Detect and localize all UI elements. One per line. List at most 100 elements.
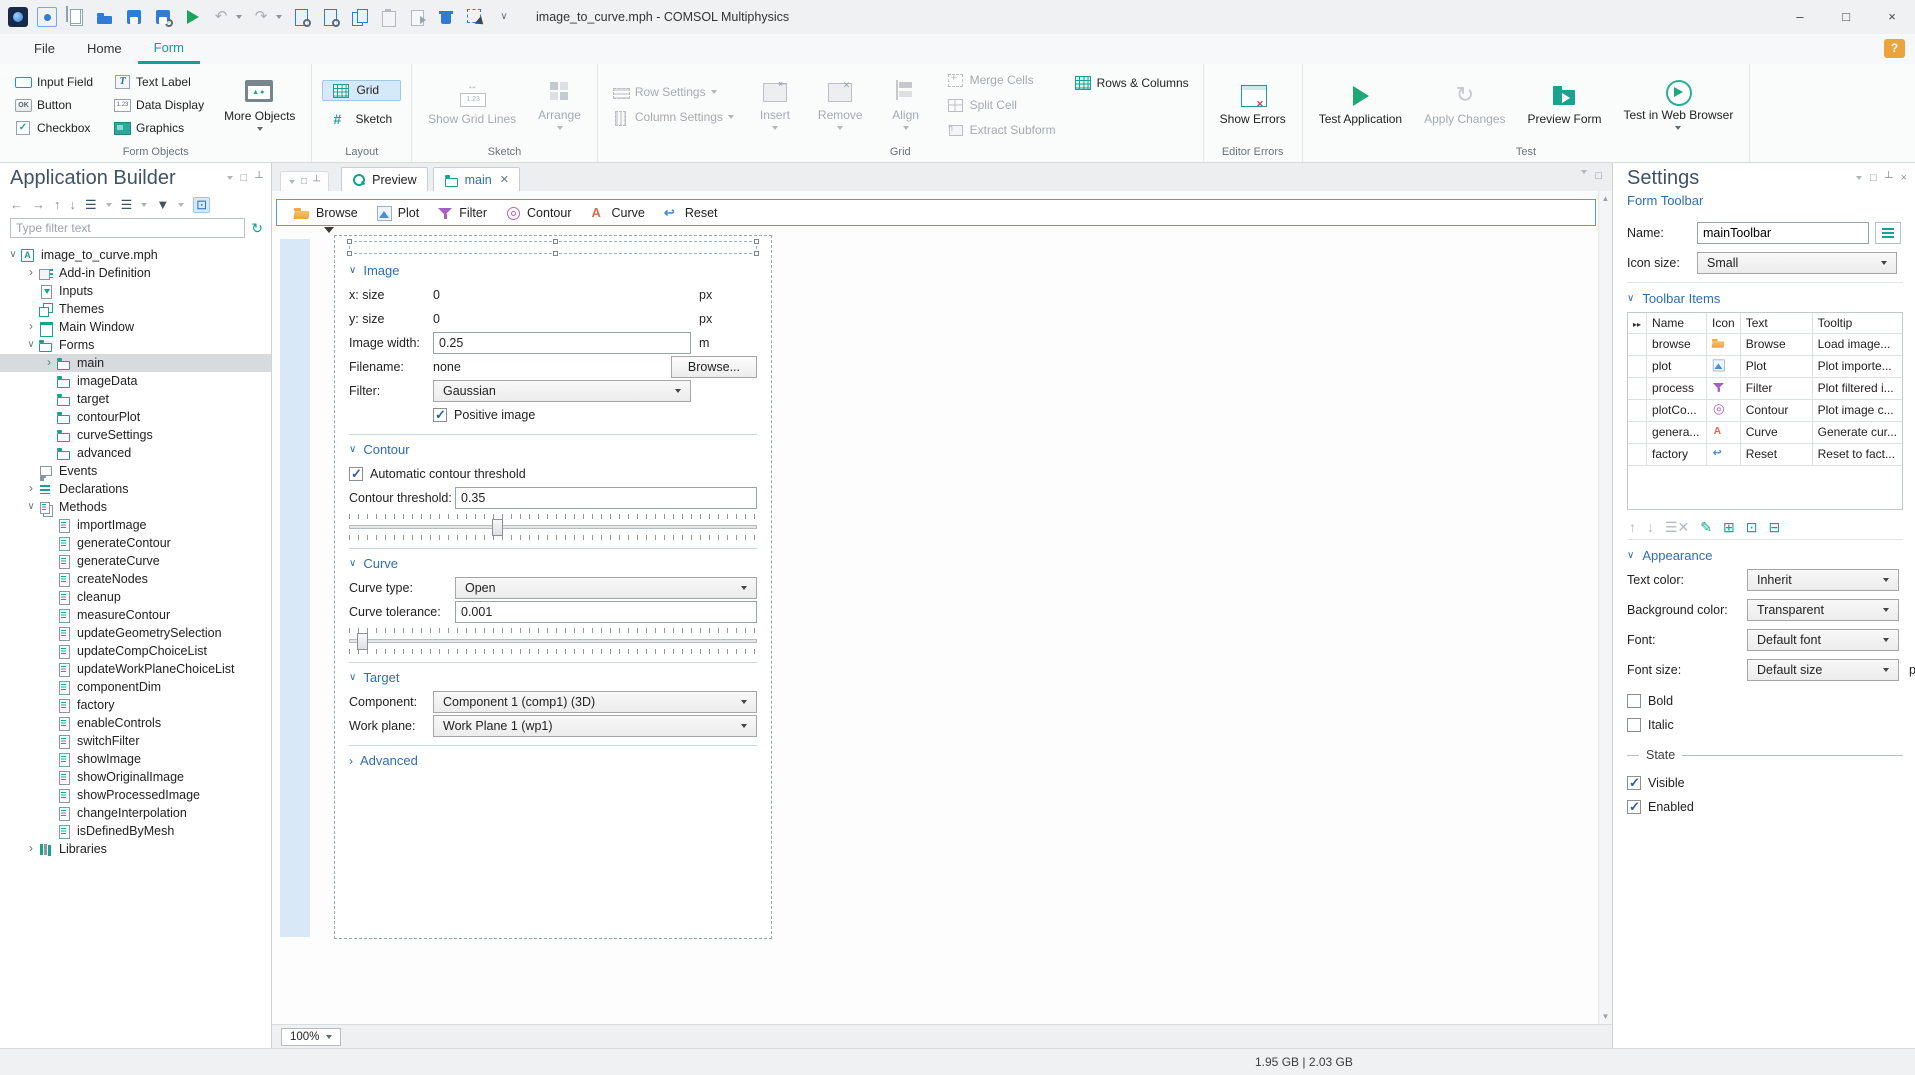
editor-group-menu-caret[interactable] <box>1581 170 1588 174</box>
save-icon[interactable] <box>124 7 144 27</box>
section-header-image[interactable]: ∨ Image <box>349 256 757 283</box>
positive-image-checkbox[interactable] <box>433 406 447 423</box>
toolbar-item-row[interactable]: factory Reset Reset to fact... <box>1628 443 1902 466</box>
filter-icon[interactable]: ▼ <box>156 198 169 212</box>
item-name-cell[interactable]: plot <box>1646 355 1708 378</box>
help-button[interactable]: ? <box>1884 39 1905 58</box>
section-header-target[interactable]: ∨ Target <box>349 662 757 690</box>
filter-caret[interactable] <box>178 203 185 207</box>
tree-item[interactable]: generateCurve <box>0 552 271 570</box>
toolbar-item-row[interactable]: browse Browse Load image... <box>1628 333 1902 356</box>
arrange-button[interactable]: Arrange <box>532 77 587 131</box>
item-tooltip-cell[interactable]: Reset to fact... <box>1812 443 1902 466</box>
show-settings-toggle-icon[interactable]: ⊡ <box>193 197 211 213</box>
new-file-icon[interactable] <box>66 7 86 27</box>
tree-item[interactable]: Events <box>0 462 271 480</box>
nav-back-icon[interactable]: ← <box>10 198 23 212</box>
expand-all-caret[interactable] <box>105 203 112 207</box>
tree-item[interactable]: Themes <box>0 300 271 318</box>
undo-icon[interactable] <box>211 7 231 27</box>
tree-item[interactable]: generateContour <box>0 534 271 552</box>
tree-item[interactable]: showProcessedImage <box>0 786 271 804</box>
icon-size-select[interactable]: Small <box>1697 252 1897 274</box>
tab-file[interactable]: File <box>18 34 71 64</box>
customize-toolbar-caret[interactable] <box>494 7 514 27</box>
extract-subform-button[interactable]: Extract Subform <box>943 121 1060 138</box>
form-object-button[interactable]: Text Label <box>109 73 208 90</box>
merge-cells-button[interactable]: Merge Cells <box>943 71 1060 88</box>
column-settings-button[interactable]: Column Settings <box>608 109 738 126</box>
browse-file-button[interactable]: Browse... <box>670 356 757 378</box>
toolbar-button[interactable]: Plot <box>367 200 429 225</box>
item-tooltip-cell[interactable]: Plot filtered i... <box>1812 377 1902 400</box>
editor-group-float-icon[interactable]: □ <box>1595 170 1602 182</box>
tree-expander-icon[interactable] <box>24 498 38 516</box>
editor-pin-icon[interactable]: ┴ <box>313 176 320 187</box>
item-name-cell[interactable]: browse <box>1646 333 1708 356</box>
item-text-cell[interactable]: Plot <box>1740 355 1813 378</box>
panel-menu-caret-icon[interactable] <box>226 176 233 180</box>
tree-item[interactable]: main <box>0 354 271 372</box>
preview-document-icon[interactable] <box>291 7 311 27</box>
vertical-scrollbar[interactable]: ▲ ▼ <box>1598 191 1612 1024</box>
item-text-cell[interactable]: Contour <box>1740 399 1813 422</box>
expand-all-icon[interactable]: ☰ <box>85 198 97 212</box>
background-color-select[interactable]: Transparent <box>1747 599 1899 621</box>
save-as-icon[interactable] <box>153 7 173 27</box>
go-to-node-button[interactable] <box>1875 222 1901 244</box>
close-button[interactable]: × <box>1869 0 1915 34</box>
tree-item[interactable]: updateGeometrySelection <box>0 624 271 642</box>
scroll-down-icon[interactable]: ▼ <box>1599 1010 1612 1023</box>
align-button[interactable]: Align <box>879 77 933 131</box>
item-name-cell[interactable]: factory <box>1646 443 1708 466</box>
collapse-all-icon[interactable]: ☰ <box>121 198 133 212</box>
section-header-advanced[interactable]: › Advanced <box>349 745 757 773</box>
tab-main[interactable]: main ✕ <box>432 167 520 191</box>
item-tooltip-cell[interactable]: Plot image c... <box>1812 399 1902 422</box>
run-application-icon[interactable] <box>182 7 202 27</box>
tree-item[interactable]: showOriginalImage <box>0 768 271 786</box>
remove-button[interactable]: Remove <box>812 77 869 131</box>
filter-select[interactable]: Gaussian <box>433 380 691 402</box>
curve-tolerance-input[interactable] <box>455 601 757 623</box>
form-object-button[interactable]: Graphics <box>109 119 208 136</box>
item-name-cell[interactable]: plotCo... <box>1646 399 1708 422</box>
redo-dropdown-caret[interactable] <box>276 15 282 19</box>
enabled-checkbox[interactable] <box>1627 798 1641 815</box>
toolbar-button[interactable]: Filter <box>428 200 496 225</box>
item-tooltip-cell[interactable]: Load image... <box>1812 333 1902 356</box>
section-header-contour[interactable]: ∨ Contour <box>349 434 757 462</box>
select-objects-icon[interactable] <box>465 7 485 27</box>
move-item-up-icon[interactable]: ↑ <box>1629 519 1636 535</box>
scroll-up-icon[interactable]: ▲ <box>1599 192 1612 205</box>
tree-item[interactable]: isDefinedByMesh <box>0 822 271 840</box>
contour-threshold-slider[interactable] <box>349 513 757 541</box>
tab-home[interactable]: Home <box>71 34 138 64</box>
editor-menu-caret-icon[interactable] <box>289 179 295 184</box>
item-name-cell[interactable]: genera... <box>1646 421 1708 444</box>
toolbar-items-table[interactable]: ▸▸ Name Icon Text Tooltip browse Browse … <box>1627 312 1903 510</box>
tree-expander-icon[interactable] <box>24 317 38 337</box>
tree-expander-icon[interactable] <box>42 353 56 373</box>
toolbar-item-row[interactable]: plotCo... Contour Plot image c... <box>1628 399 1902 422</box>
panel-pin-icon[interactable]: ┴ <box>255 173 263 184</box>
tree-item[interactable]: Add-in Definition <box>0 264 271 282</box>
slider-handle[interactable] <box>357 633 369 650</box>
insert-button[interactable]: Insert <box>748 77 802 131</box>
slider-handle[interactable] <box>491 519 503 536</box>
panel-float-icon[interactable]: □ <box>241 173 248 184</box>
item-text-cell[interactable]: Reset <box>1740 443 1813 466</box>
tree-item[interactable]: createNodes <box>0 570 271 588</box>
toolbar-item-row[interactable]: genera... Curve Generate cur... <box>1628 421 1902 444</box>
tree-item[interactable]: imageData <box>0 372 271 390</box>
row-settings-button[interactable]: Row Settings <box>608 84 738 101</box>
tree-item[interactable]: target <box>0 390 271 408</box>
settings-float-icon[interactable]: □ <box>1870 173 1877 184</box>
main-toolbar-strip[interactable]: Browse Plot Filter Contour A Curve ↩ Res… <box>276 199 1596 226</box>
section-header-curve[interactable]: ∨ Curve <box>349 548 757 576</box>
font-select[interactable]: Default font <box>1747 629 1899 651</box>
rows-columns-button[interactable]: Rows & Columns <box>1070 74 1193 91</box>
tab-form[interactable]: Form <box>137 34 200 64</box>
toolbar-item-row[interactable]: plot Plot Plot importe... <box>1628 355 1902 378</box>
item-text-cell[interactable]: Browse <box>1740 333 1813 356</box>
